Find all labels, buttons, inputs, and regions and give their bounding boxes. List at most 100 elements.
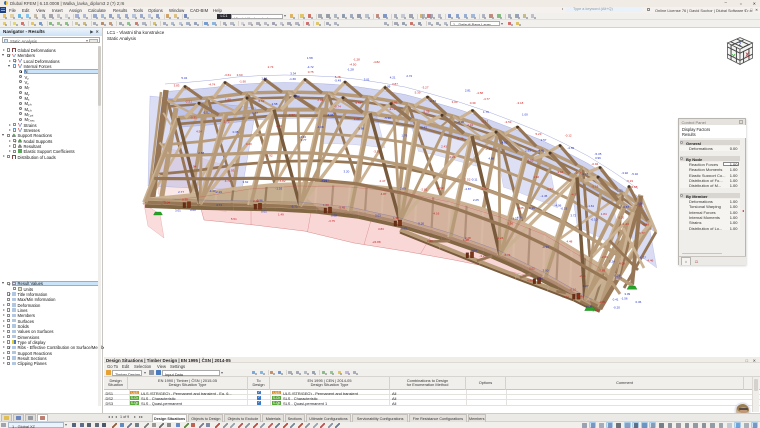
svg-text:4.21: 4.21	[390, 75, 396, 79]
svg-text:-0.20: -0.20	[613, 305, 620, 309]
svg-text:-0.31: -0.31	[190, 115, 197, 119]
svg-text:4.48: 4.48	[567, 239, 573, 243]
svg-text:4.88: 4.88	[488, 156, 494, 160]
svg-text:-0.10: -0.10	[591, 217, 598, 221]
svg-text:3.36: 3.36	[507, 221, 513, 225]
svg-text:0.04: 0.04	[471, 248, 477, 252]
svg-text:3.05: 3.05	[518, 205, 524, 209]
svg-text:0.01: 0.01	[261, 209, 267, 213]
svg-text:-0.88: -0.88	[642, 222, 649, 226]
svg-text:2.09: 2.09	[384, 84, 390, 88]
svg-text:2.72: 2.72	[406, 73, 412, 77]
svg-text:2.42: 2.42	[253, 199, 259, 203]
svg-text:-3.18: -3.18	[517, 101, 524, 105]
svg-text:-1.52: -1.52	[203, 110, 210, 114]
svg-text:-3.75: -3.75	[328, 218, 335, 222]
svg-text:4.87: 4.87	[381, 192, 387, 196]
svg-text:3.87: 3.87	[392, 82, 398, 86]
svg-text:-3.36: -3.36	[327, 113, 334, 117]
svg-text:-4.77: -4.77	[483, 96, 490, 100]
svg-text:-0.10: -0.10	[569, 287, 576, 291]
svg-text:-5.52: -5.52	[258, 98, 265, 102]
svg-text:0.35: 0.35	[233, 129, 239, 133]
svg-text:5.51: 5.51	[231, 217, 237, 221]
svg-text:-24.88: -24.88	[372, 240, 381, 244]
svg-text:-1.28: -1.28	[353, 57, 360, 61]
svg-text:-3.50: -3.50	[373, 149, 380, 153]
svg-text:2.25: 2.25	[473, 197, 479, 201]
svg-text:-2.09: -2.09	[601, 254, 608, 258]
svg-text:-1.24: -1.24	[497, 236, 504, 240]
svg-text:4.09: 4.09	[619, 261, 625, 265]
svg-text:2.74: 2.74	[268, 65, 274, 69]
svg-text:-2.09: -2.09	[399, 186, 406, 190]
svg-text:-2.17: -2.17	[481, 119, 488, 123]
svg-text:4.77: 4.77	[639, 230, 645, 234]
svg-text:0.06: 0.06	[586, 304, 592, 308]
svg-text:0.36: 0.36	[427, 239, 433, 243]
svg-text:-3.00: -3.00	[615, 275, 622, 279]
svg-text:-4.63: -4.63	[299, 135, 306, 139]
svg-text:1.23: 1.23	[354, 117, 360, 121]
svg-text:5.39: 5.39	[415, 90, 421, 94]
svg-text:2.66: 2.66	[276, 124, 282, 128]
svg-text:-2.19: -2.19	[215, 190, 222, 194]
svg-text:3.72: 3.72	[570, 213, 576, 217]
svg-text:-4.06: -4.06	[555, 203, 562, 207]
svg-text:3.60: 3.60	[237, 73, 243, 77]
svg-text:-0.05: -0.05	[457, 119, 464, 123]
svg-text:3.01: 3.01	[175, 208, 181, 212]
svg-text:3.03: 3.03	[375, 213, 381, 217]
svg-text:-0.92: -0.92	[481, 187, 488, 191]
svg-text:2.77: 2.77	[178, 190, 184, 194]
svg-text:0.03: 0.03	[401, 226, 407, 230]
svg-text:3.09: 3.09	[624, 292, 630, 296]
svg-text:-1.66: -1.66	[289, 76, 296, 80]
svg-text:2.52: 2.52	[465, 177, 471, 181]
svg-text:3.00: 3.00	[543, 268, 549, 272]
svg-text:-4.95: -4.95	[635, 203, 642, 207]
svg-text:-5.38: -5.38	[423, 109, 430, 113]
svg-text:-1.93: -1.93	[228, 168, 235, 172]
svg-text:3.83: 3.83	[378, 227, 384, 231]
svg-text:-3.32: -3.32	[511, 216, 518, 220]
svg-text:1.60: 1.60	[225, 97, 231, 101]
svg-text:2.57: 2.57	[541, 137, 547, 141]
svg-text:-0.12: -0.12	[565, 133, 572, 137]
svg-text:-4.46: -4.46	[646, 258, 653, 262]
svg-text:4.71: 4.71	[225, 179, 231, 183]
svg-text:-0.74: -0.74	[334, 104, 341, 108]
svg-text:3.00: 3.00	[452, 100, 458, 104]
svg-text:2.93: 2.93	[525, 148, 531, 152]
svg-text:-3.25: -3.25	[479, 253, 486, 257]
svg-text:2.88: 2.88	[198, 151, 204, 155]
svg-text:-1.16: -1.16	[275, 186, 282, 190]
svg-text:2.43: 2.43	[441, 144, 447, 148]
svg-text:4.54: 4.54	[196, 129, 202, 133]
svg-text:-1.27: -1.27	[322, 178, 329, 182]
svg-text:-4.87: -4.87	[464, 187, 471, 191]
svg-text:-4.58: -4.58	[476, 90, 483, 94]
svg-text:-3.92: -3.92	[621, 171, 628, 175]
svg-text:-2.31: -2.31	[579, 274, 586, 278]
svg-text:-5.82: -5.82	[279, 179, 286, 183]
svg-text:3.02: 3.02	[529, 266, 535, 270]
svg-text:-5.73: -5.73	[291, 204, 298, 208]
svg-text:0.36: 0.36	[529, 206, 535, 210]
svg-text:1.32: 1.32	[393, 216, 399, 220]
svg-text:-5.54: -5.54	[355, 101, 362, 105]
svg-text:2.90: 2.90	[593, 308, 599, 312]
svg-text:-1.43: -1.43	[622, 221, 629, 225]
svg-text:3.83: 3.83	[174, 83, 180, 87]
svg-text:0.41: 0.41	[613, 297, 619, 301]
svg-text:-4.45: -4.45	[537, 148, 544, 152]
svg-text:Z: Z	[739, 41, 742, 46]
svg-text:-5.74: -5.74	[504, 253, 511, 257]
svg-text:4.62: 4.62	[502, 140, 508, 144]
svg-text:-0.67: -0.67	[622, 205, 629, 209]
svg-text:-4.16: -4.16	[432, 211, 439, 215]
svg-text:2.75: 2.75	[224, 119, 230, 123]
svg-text:1.76: 1.76	[401, 133, 407, 137]
svg-text:-5.35: -5.35	[595, 151, 602, 155]
svg-text:1.58: 1.58	[307, 55, 313, 59]
